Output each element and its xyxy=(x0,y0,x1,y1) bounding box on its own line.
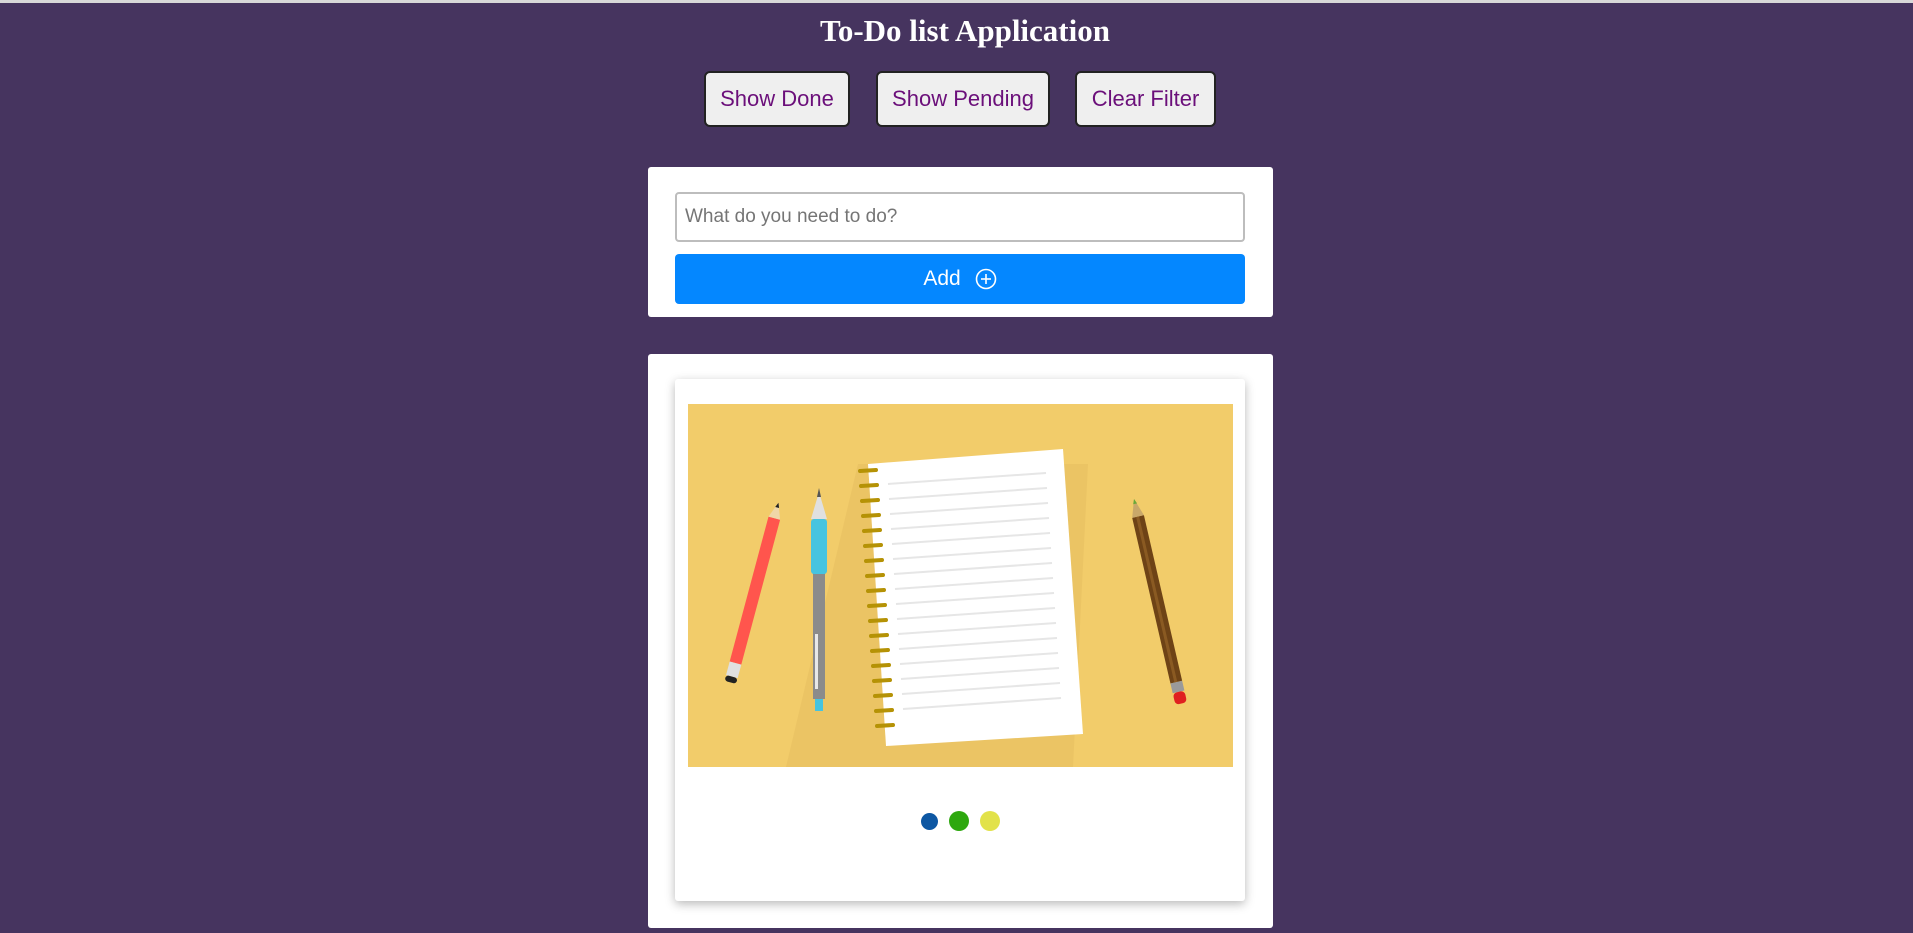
dot-green xyxy=(948,811,969,831)
empty-state-card xyxy=(675,379,1245,901)
page-title: To-Do list Application xyxy=(820,13,1110,48)
notebook-pencils-illustration xyxy=(688,404,1233,767)
loading-dots xyxy=(675,811,1245,831)
show-pending-button[interactable]: Show Pending xyxy=(876,71,1050,127)
clear-filter-button[interactable]: Clear Filter xyxy=(1075,71,1216,127)
dot-blue xyxy=(920,813,938,830)
add-button[interactable]: Add xyxy=(675,254,1245,304)
plus-circle-icon xyxy=(975,268,997,290)
add-button-label: Add xyxy=(923,267,961,290)
todo-form-panel: Add xyxy=(648,167,1273,317)
todo-list-panel xyxy=(648,354,1273,928)
dot-yellow xyxy=(979,811,1000,831)
show-done-button[interactable]: Show Done xyxy=(704,71,850,127)
todo-input[interactable] xyxy=(675,192,1245,242)
